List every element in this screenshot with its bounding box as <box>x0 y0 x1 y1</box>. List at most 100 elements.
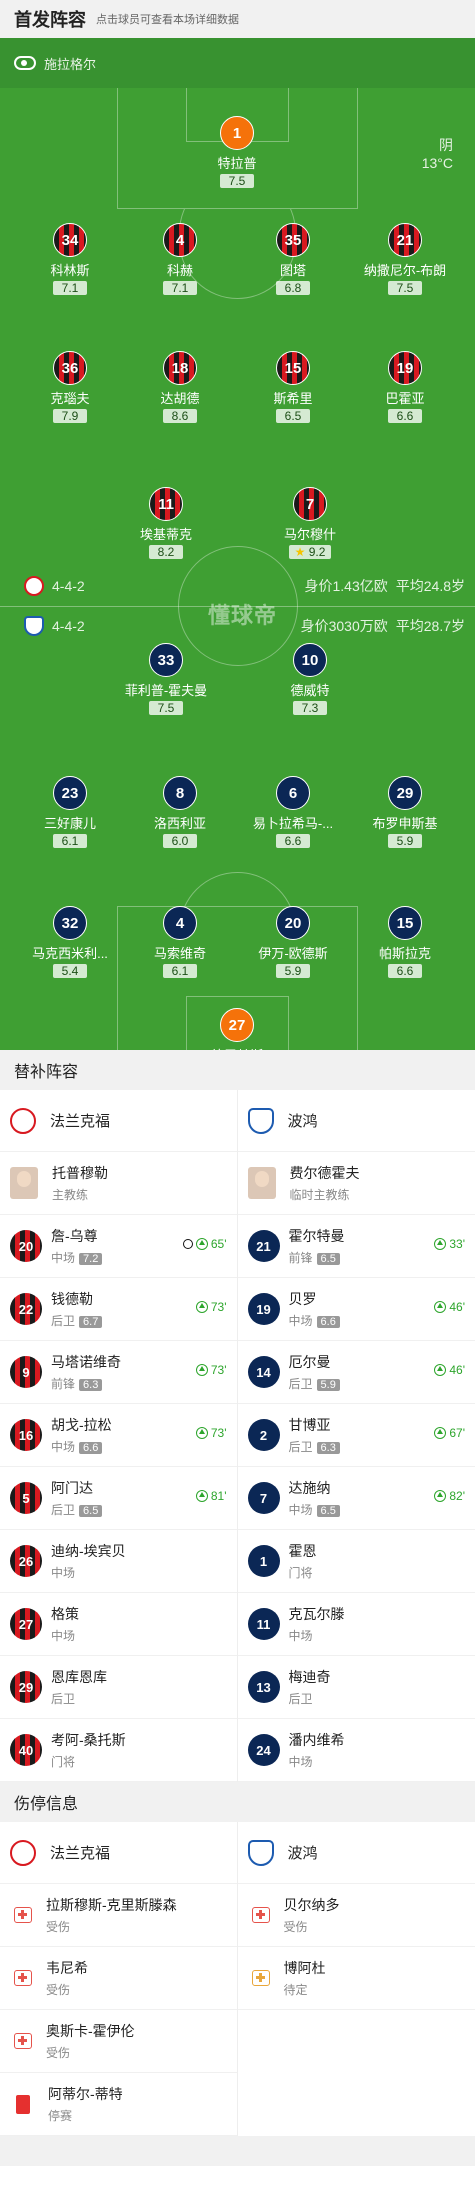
player-name: 马尔穆什 <box>283 527 336 542</box>
player-card[interactable]: 19 巴霍亚 6.6 <box>340 351 470 425</box>
bochum-logo-icon <box>247 1839 274 1866</box>
sub-player-number: 24 <box>247 1734 280 1766</box>
player-name: 伊万-欧德斯 <box>258 946 328 961</box>
player-card[interactable]: 4 科赫 7.1 <box>115 223 245 297</box>
away-value: 身价3030万欧 <box>300 618 388 634</box>
sub-on-icon <box>195 1490 208 1502</box>
injury-home-team[interactable]: 法兰克福 <box>0 1822 237 1884</box>
sub-player-name: 甘博亚 <box>288 1417 331 1433</box>
player-card[interactable]: 29 布罗申斯基 5.9 <box>340 776 470 850</box>
sub-player-row[interactable]: 26 迪纳-埃宾贝 中场 <box>0 1530 237 1593</box>
player-rating-value: 6.1 <box>171 964 189 978</box>
player-number: 29 <box>388 776 422 810</box>
injury-row[interactable]: 阿蒂尔-蒂特 停赛 <box>0 2073 237 2136</box>
player-rating-value: 7.5 <box>157 701 175 715</box>
sub-on-icon <box>434 1301 447 1313</box>
sub-player-rating: 6.5 <box>316 1505 340 1517</box>
injury-row[interactable]: 博阿杜 待定 <box>237 1947 475 2010</box>
player-card[interactable]: 1 特拉普 7.5 <box>172 116 302 190</box>
sub-player-name: 霍尔特曼 <box>288 1228 345 1244</box>
medic-icon <box>251 1907 270 1923</box>
player-card[interactable]: 35 图塔 6.8 <box>228 223 358 297</box>
sub-player-rating: 6.3 <box>316 1442 340 1454</box>
player-rating-value: 8.6 <box>171 409 189 423</box>
away-coach[interactable]: 费尔德霍夫 临时主教练 <box>237 1152 475 1215</box>
player-card[interactable]: 6 易卜拉希马-... 6.6 <box>228 776 358 850</box>
sub-player-row[interactable]: 9 马塔诺维奇 前锋 6.3 73' <box>0 1341 237 1404</box>
sub-on-time: 46' <box>449 1300 465 1314</box>
player-number: 1 <box>220 116 254 150</box>
star-icon: ★ <box>294 545 309 559</box>
player-card[interactable]: 15 帕斯拉克 6.6 <box>340 906 470 980</box>
subs-home-team[interactable]: 法兰克福 <box>0 1090 237 1152</box>
sub-player-number: 27 <box>10 1608 42 1640</box>
sub-player-row[interactable]: 2 甘博亚 后卫 6.3 67' <box>237 1404 475 1467</box>
injury-row[interactable]: 拉斯穆斯-克里斯滕森 受伤 <box>0 1884 237 1947</box>
player-card[interactable]: 10 德威特 7.3 <box>245 643 375 717</box>
player-name: 洛西利亚 <box>153 816 206 831</box>
sub-player-row[interactable]: 20 詹-乌尊 中场 7.2 65' <box>0 1215 237 1278</box>
home-coach-role: 主教练 <box>52 1188 89 1202</box>
player-number: 23 <box>53 776 87 810</box>
sub-player-row[interactable]: 7 达施纳 中场 6.5 82' <box>237 1467 475 1530</box>
sub-player-number: 26 <box>10 1545 42 1577</box>
lineup-title: 首发阵容 <box>14 10 86 30</box>
injury-row[interactable]: 韦尼希 受伤 <box>0 1947 237 2010</box>
sub-player-row[interactable]: 11 克瓦尔滕 中场 <box>237 1593 475 1656</box>
sub-player-row[interactable]: 1 霍恩 门将 <box>237 1530 475 1593</box>
player-card[interactable]: 27德雷赫斯5.5 <box>172 1008 302 1050</box>
sub-player-position: 中场 <box>288 1755 313 1769</box>
injury-player-name: 奥斯卡-霍伊伦 <box>46 2023 135 2039</box>
player-rating: 7.5 <box>149 701 183 715</box>
subs-away-team[interactable]: 波鸿 <box>237 1090 475 1152</box>
sub-player-row[interactable]: 22 钱德勒 后卫 6.7 73' <box>0 1278 237 1341</box>
sub-player-number: 13 <box>247 1671 280 1703</box>
sub-on-time: 82' <box>449 1489 465 1503</box>
sub-player-row[interactable]: 5 阿门达 后卫 6.5 81' <box>0 1467 237 1530</box>
sub-player-row[interactable]: 40 考阿-桑托斯 门将 <box>0 1719 237 1782</box>
sub-player-row[interactable]: 21 霍尔特曼 前锋 6.5 33' <box>237 1215 475 1278</box>
player-card[interactable]: 15 斯希里 6.5 <box>228 351 358 425</box>
player-card[interactable]: 21 纳撒尼尔-布朗 7.5 <box>340 223 470 297</box>
goal-ball-icon <box>182 1239 193 1249</box>
player-rating: 6.6 <box>276 834 310 848</box>
subs-away-team-name: 波鸿 <box>287 1113 318 1130</box>
injury-player-name: 阿蒂尔-蒂特 <box>48 2086 123 2102</box>
player-rating: 7.1 <box>53 281 87 295</box>
injury-home-team-name: 法兰克福 <box>50 1845 111 1862</box>
injury-away-team[interactable]: 波鸿 <box>237 1822 475 1884</box>
injury-row[interactable]: 贝尔纳多 受伤 <box>237 1884 475 1947</box>
sub-player-name: 贝罗 <box>288 1291 317 1307</box>
injury-row[interactable]: 奥斯卡-霍伊伦 受伤 <box>0 2010 237 2073</box>
sub-player-row[interactable]: 19 贝罗 中场 6.6 46' <box>237 1278 475 1341</box>
sub-player-row[interactable]: 13 梅迪奇 后卫 <box>237 1656 475 1719</box>
sub-on-icon <box>434 1364 447 1376</box>
player-name: 马索维奇 <box>153 946 206 961</box>
sub-player-rating: 6.6 <box>79 1442 103 1454</box>
player-card[interactable]: 4 马索维奇 6.1 <box>115 906 245 980</box>
sub-player-number: 1 <box>247 1545 280 1577</box>
player-card[interactable]: 20 伊万-欧德斯 5.9 <box>228 906 358 980</box>
player-card[interactable]: 8 洛西利亚 6.0 <box>115 776 245 850</box>
sub-on-time: 73' <box>210 1300 227 1314</box>
sub-player-row[interactable]: 16 胡戈-拉松 中场 6.6 73' <box>0 1404 237 1467</box>
player-card[interactable]: 18 达胡德 8.6 <box>115 351 245 425</box>
player-card[interactable]: 7 马尔穆什 ★ 9.2 <box>245 487 375 561</box>
medic-icon <box>14 1970 32 1986</box>
player-number: 32 <box>53 906 87 940</box>
sub-player-rating: 6.7 <box>79 1316 103 1328</box>
home-team-summary: 4-4-2 身价1.43亿欧 平均24.8岁 <box>24 576 465 596</box>
player-card[interactable]: 11 埃基蒂克 8.2 <box>101 487 231 561</box>
player-rating: 8.2 <box>149 545 183 559</box>
player-name: 科赫 <box>166 263 193 278</box>
injury-away-team-name: 波鸿 <box>287 1845 318 1862</box>
subs-list: 法兰克福 托普穆勒 主教练 20 詹-乌尊 中场 7.2 65' 22 钱德勒 后卫 6.7 73'… <box>0 1090 475 1782</box>
sub-player-row[interactable]: 29 恩库恩库 后卫 <box>0 1656 237 1719</box>
sub-player-row[interactable]: 27 格策 中场 <box>0 1593 237 1656</box>
sub-player-row[interactable]: 14 厄尔曼 后卫 5.9 46' <box>237 1341 475 1404</box>
player-name: 埃基蒂克 <box>139 527 192 542</box>
player-rating: 7.9 <box>53 409 87 423</box>
sub-player-row[interactable]: 24 潘内维希 中场 <box>237 1719 475 1782</box>
player-card[interactable]: 33 菲利普-霍夫曼 7.5 <box>101 643 231 717</box>
home-coach[interactable]: 托普穆勒 主教练 <box>0 1152 237 1215</box>
